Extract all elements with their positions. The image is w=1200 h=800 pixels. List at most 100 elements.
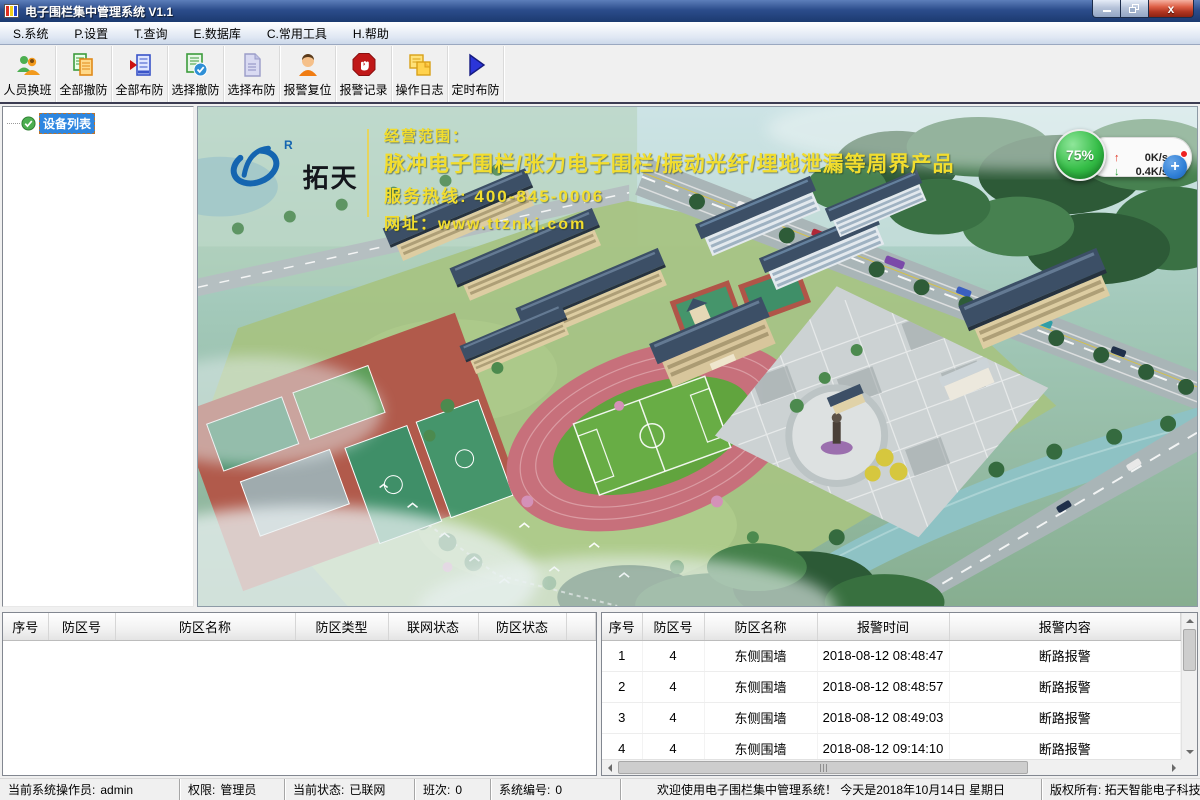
status-bar: 当前系统操作员: admin 权限: 管理员 当前状态: 已联网 班次: 0 系… — [0, 778, 1200, 800]
download-arrow-icon: ↓ — [1114, 166, 1120, 182]
status-operator: 当前系统操作员: admin — [0, 779, 180, 800]
sysno-value: 0 — [555, 783, 562, 797]
add-task-button[interactable]: + — [1163, 155, 1187, 179]
alarm-col-content[interactable]: 报警内容 — [949, 613, 1181, 640]
tree-item-device-list[interactable]: 设备列表 — [7, 113, 193, 134]
table-cell: 4 — [602, 733, 642, 759]
staff-shift-icon — [15, 52, 41, 78]
table-cell: 东侧围墙 — [704, 640, 817, 671]
progress-percent: 75% — [1066, 147, 1094, 163]
menu-settings[interactable]: P.设置 — [61, 22, 121, 45]
scroll-up-button[interactable] — [1182, 613, 1198, 628]
table-cell: 东侧围墙 — [704, 671, 817, 702]
zone-col-type[interactable]: 防区类型 — [295, 613, 388, 640]
table-cell: 东侧围墙 — [704, 733, 817, 759]
toolbar-label: 操作日志 — [395, 81, 443, 98]
table-cell: 东侧围墙 — [704, 702, 817, 733]
window-title: 电子围栏集中管理系统 V1.1 — [25, 3, 173, 20]
scrollbar-corner — [1181, 759, 1197, 775]
alarm-reset-button[interactable]: 报警复位 — [280, 46, 336, 102]
table-row[interactable]: 24东侧围墙2018-08-12 08:48:57断路报警 — [602, 671, 1181, 702]
menu-query[interactable]: T.查询 — [121, 22, 180, 45]
status-copyright: 版权所有: 拓天智能电子科技有限 — [1042, 779, 1200, 800]
alarm-table-body: 14东侧围墙2018-08-12 08:48:47断路报警24东侧围墙2018-… — [602, 640, 1181, 759]
operation-log-icon — [407, 52, 433, 78]
scroll-down-button[interactable] — [1182, 744, 1198, 759]
vertical-scroll-thumb[interactable] — [1183, 629, 1196, 671]
toolbar-label: 选择撤防 — [171, 81, 219, 98]
disarm-all-icon — [71, 52, 97, 78]
zone-col-number[interactable]: 防区号 — [48, 613, 115, 640]
table-cell: 4 — [642, 702, 704, 733]
table-cell: 3 — [602, 702, 642, 733]
notification-dot — [1180, 150, 1188, 158]
net-speed-widget[interactable]: ↑ 0K/s ↓ 0.4K/s + 75% — [1054, 127, 1196, 185]
scheduled-arm-icon — [463, 52, 489, 78]
zone-col-name[interactable]: 防区名称 — [115, 613, 295, 640]
alarm-reset-icon — [295, 52, 321, 78]
arrow-up-icon — [1186, 615, 1194, 623]
menu-bar: S.系统 P.设置 T.查询 E.数据库 C.常用工具 H.帮助 — [0, 22, 1200, 45]
alarm-vertical-scrollbar[interactable] — [1181, 613, 1197, 759]
permission-label: 权限: — [188, 781, 215, 798]
restore-button[interactable] — [1121, 0, 1149, 18]
scroll-left-button[interactable] — [602, 760, 617, 776]
minimize-button[interactable] — [1092, 0, 1121, 18]
service-hotline: 服务热线: 400-845-0006 — [384, 182, 955, 207]
banner-text: 经营范围： 脉冲电子围栏/张力电子围栏/振动光纤/埋地泄漏等周界产品 服务热线:… — [384, 125, 955, 234]
close-button[interactable]: x — [1149, 0, 1194, 18]
scroll-right-button[interactable] — [1166, 760, 1181, 776]
sysno-label: 系统编号: — [499, 781, 550, 798]
plus-icon: + — [1170, 158, 1179, 176]
company-name: 拓天 — [303, 158, 359, 195]
zone-col-index[interactable]: 序号 — [3, 613, 48, 640]
menu-help[interactable]: H.帮助 — [340, 22, 402, 45]
tree-node-label: 设备列表 — [39, 113, 95, 134]
toolbar-label: 报警记录 — [339, 81, 387, 98]
menu-system[interactable]: S.系统 — [0, 22, 61, 45]
alarm-col-index[interactable]: 序号 — [602, 613, 642, 640]
toolbar: 人员换班 全部撤防 全部布防 选择撤防 — [0, 46, 1200, 104]
arrow-down-icon — [1186, 750, 1194, 758]
table-cell: 断路报警 — [949, 671, 1181, 702]
alarm-records-icon — [351, 52, 377, 78]
scheduled-arm-button[interactable]: 定时布防 — [448, 46, 504, 102]
minimize-icon — [1102, 4, 1112, 13]
arm-selected-button[interactable]: 选择布防 — [224, 46, 280, 102]
alarm-col-zone-name[interactable]: 防区名称 — [704, 613, 817, 640]
disarm-all-button[interactable]: 全部撤防 — [56, 46, 112, 102]
zone-col-filler — [566, 613, 596, 640]
progress-circle[interactable]: 75% — [1054, 129, 1106, 181]
menu-database[interactable]: E.数据库 — [180, 22, 253, 45]
table-cell: 断路报警 — [949, 733, 1181, 759]
operator-value: admin — [100, 783, 133, 797]
table-cell: 4 — [642, 733, 704, 759]
toolbar-label: 选择布防 — [227, 81, 275, 98]
app-icon — [4, 4, 19, 18]
zone-status-panel: 序号 防区号 防区名称 防区类型 联网状态 防区状态 — [2, 612, 597, 776]
table-cell: 2018-08-12 09:14:10 — [817, 733, 949, 759]
device-tree-panel: 设备列表 — [2, 106, 194, 607]
alarm-records-button[interactable]: 报警记录 — [336, 46, 392, 102]
alarm-col-zone-number[interactable]: 防区号 — [642, 613, 704, 640]
status-system-number: 系统编号: 0 — [491, 779, 621, 800]
arm-all-button[interactable]: 全部布防 — [112, 46, 168, 102]
zone-col-net-status[interactable]: 联网状态 — [388, 613, 478, 640]
disarm-selected-button[interactable]: 选择撤防 — [168, 46, 224, 102]
horizontal-scroll-thumb[interactable] — [618, 761, 1028, 774]
table-row[interactable]: 14东侧围墙2018-08-12 08:48:47断路报警 — [602, 640, 1181, 671]
zone-col-zone-status[interactable]: 防区状态 — [478, 613, 566, 640]
operation-log-button[interactable]: 操作日志 — [392, 46, 448, 102]
alarm-horizontal-scrollbar[interactable] — [602, 759, 1181, 775]
staff-shift-button[interactable]: 人员换班 — [0, 46, 56, 102]
alarm-table-viewport: 序号 防区号 防区名称 报警时间 报警内容 14东侧围墙2018-08-12 0… — [602, 613, 1181, 759]
app-window: { "window": { "title": "电子围栏集中管理系统 V1.1"… — [0, 0, 1200, 800]
alarm-table: 序号 防区号 防区名称 报警时间 报警内容 14东侧围墙2018-08-12 0… — [602, 613, 1181, 759]
title-bar[interactable]: 电子围栏集中管理系统 V1.1 x — [0, 0, 1200, 22]
table-row[interactable]: 34东侧围墙2018-08-12 08:49:03断路报警 — [602, 702, 1181, 733]
alarm-col-time[interactable]: 报警时间 — [817, 613, 949, 640]
table-row[interactable]: 44东侧围墙2018-08-12 09:14:10断路报警 — [602, 733, 1181, 759]
menu-tools[interactable]: C.常用工具 — [254, 22, 340, 45]
state-value: 已联网 — [349, 781, 385, 798]
tree-node-check-icon — [21, 116, 36, 131]
